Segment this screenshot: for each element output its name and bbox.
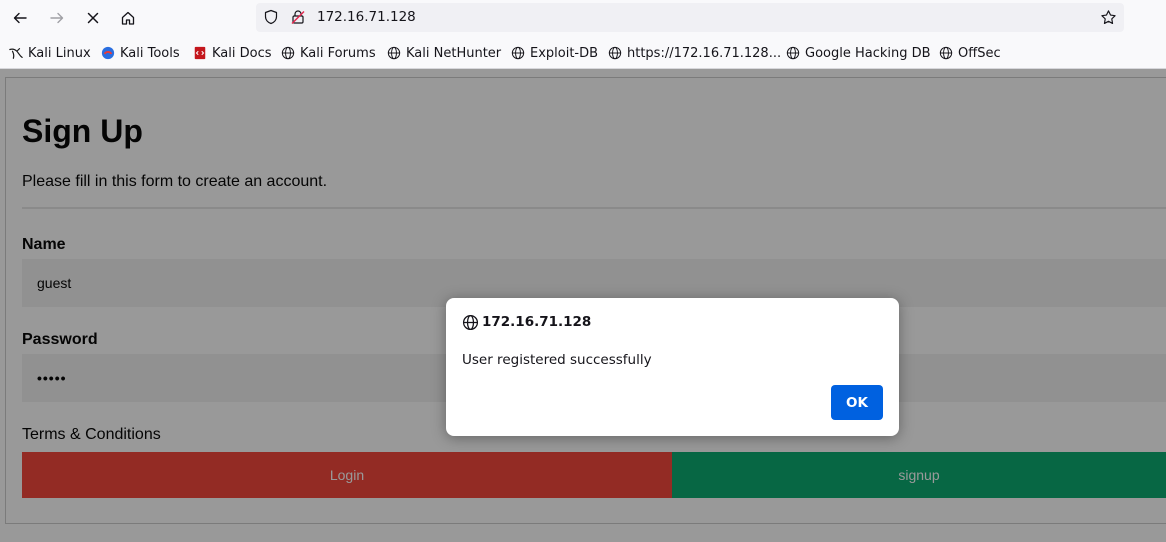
bookmark-label: OffSec (958, 45, 1001, 61)
bookmark-label: Exploit-DB (530, 45, 599, 61)
bookmark-kali-tools[interactable]: Kali Tools (101, 44, 180, 62)
kali-dragon-icon (9, 48, 23, 59)
bookmark-label: Kali NetHunter (406, 45, 502, 61)
home-button[interactable] (114, 4, 142, 32)
globe-icon (281, 46, 295, 60)
bookmark-google-hacking-db[interactable]: Google Hacking DB (786, 44, 931, 62)
bookmark-offsec[interactable]: OffSec (939, 44, 1001, 62)
bookmark-kali-docs[interactable]: Kali Docs (193, 44, 272, 62)
forward-button[interactable] (43, 4, 71, 32)
back-button[interactable] (6, 4, 34, 32)
insecure-lock-icon[interactable] (290, 9, 306, 25)
dialog-origin: 172.16.71.128 (482, 314, 592, 330)
globe-icon (462, 314, 479, 331)
dialog-message: User registered successfully (462, 352, 652, 368)
kali-docs-icon (194, 46, 206, 60)
bookmark-exploit-db[interactable]: Exploit-DB (511, 44, 598, 62)
alert-dialog: 172.16.71.128 User registered successful… (446, 298, 899, 436)
close-icon (87, 12, 99, 24)
stop-button[interactable] (79, 4, 107, 32)
bookmarks-bar: Kali Linux Kali Tools Kali Docs Kali For… (0, 36, 1166, 69)
arrow-right-icon (50, 12, 64, 24)
bookmark-label: Kali Tools (120, 45, 180, 61)
url-text[interactable]: 172.16.71.128 (317, 9, 416, 25)
bookmark-local-site[interactable]: https://172.16.71.128... (608, 44, 781, 62)
bookmark-label: Kali Docs (212, 45, 272, 61)
globe-icon (939, 46, 953, 60)
shield-icon[interactable] (263, 9, 279, 25)
browser-toolbar: 172.16.71.128 (0, 0, 1166, 36)
bookmark-label: Kali Linux (28, 45, 91, 61)
home-icon (121, 11, 135, 25)
bookmark-label: Kali Forums (300, 45, 376, 61)
bookmark-kali-forums[interactable]: Kali Forums (281, 44, 376, 62)
bookmark-kali-linux[interactable]: Kali Linux (9, 44, 91, 62)
arrow-left-icon (13, 12, 27, 24)
bookmark-kali-nethunter[interactable]: Kali NetHunter (387, 44, 501, 62)
bookmark-label: Google Hacking DB (805, 45, 931, 61)
url-bar[interactable]: 172.16.71.128 (256, 3, 1124, 32)
kali-tools-icon (101, 46, 115, 60)
globe-icon (786, 46, 800, 60)
ok-button[interactable]: OK (831, 385, 883, 420)
globe-icon (608, 46, 622, 60)
bookmark-star-icon[interactable] (1100, 9, 1117, 26)
bookmark-label: https://172.16.71.128... (627, 45, 782, 61)
globe-icon (511, 46, 525, 60)
globe-icon (387, 46, 401, 60)
